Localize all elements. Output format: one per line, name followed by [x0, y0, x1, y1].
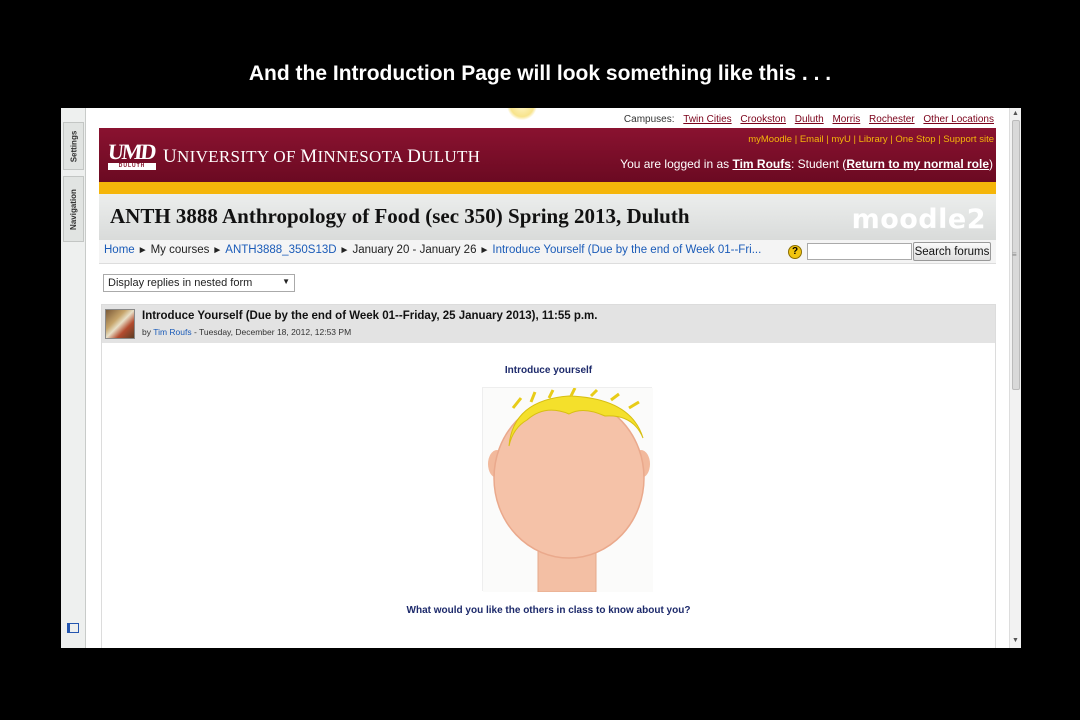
scrollbar-grip-icon: ≡	[1012, 250, 1017, 259]
post-header: Introduce Yourself (Due by the end of We…	[102, 305, 995, 343]
top-link-email[interactable]: Email	[800, 134, 824, 145]
breadcrumb-course[interactable]: ANTH3888_350S13D	[225, 244, 336, 256]
campus-bar: Campuses: Twin Cities Crookston Duluth M…	[624, 114, 994, 125]
question-text: What would you like the others in class …	[406, 605, 691, 616]
dock-tab-navigation-label: Navigation	[69, 188, 78, 230]
breadcrumb-separator-icon: ►	[137, 245, 148, 256]
post-author-link[interactable]: Tim Roufs	[153, 327, 191, 337]
post-subject: Introduce Yourself (Due by the end of We…	[142, 310, 598, 322]
breadcrumb-separator-icon: ►	[212, 245, 223, 256]
breadcrumb-separator-icon: ►	[479, 245, 490, 256]
dock-tab-settings-label: Settings	[69, 130, 78, 162]
campus-link-morris[interactable]: Morris	[832, 114, 860, 125]
scroll-up-icon[interactable]: ▲	[1012, 110, 1019, 117]
top-link-mymoodle[interactable]: myMoodle	[748, 134, 792, 145]
intro-heading: Introduce yourself	[504, 365, 593, 376]
campus-link-duluth[interactable]: Duluth	[795, 114, 824, 125]
user-name-link[interactable]: Tim Roufs	[732, 157, 790, 171]
campus-link-rochester[interactable]: Rochester	[869, 114, 915, 125]
course-title: ANTH 3888 Anthropology of Food (sec 350)…	[110, 204, 690, 228]
cursor-highlight	[507, 108, 537, 120]
top-link-myu[interactable]: myU	[831, 134, 851, 145]
campus-link-twin-cities[interactable]: Twin Cities	[683, 114, 731, 125]
breadcrumb-week[interactable]: January 20 - January 26	[352, 244, 476, 256]
umd-logo-text: UMD	[106, 139, 156, 164]
campus-link-other-locations[interactable]: Other Locations	[923, 114, 994, 125]
umd-logo-subtext: DULUTH	[118, 163, 146, 169]
post-meta: by Tim Roufs - Tuesday, December 18, 201…	[142, 327, 352, 337]
top-link-library[interactable]: Library	[859, 134, 888, 145]
side-dock: Settings Navigation	[61, 108, 86, 648]
breadcrumb-home[interactable]: Home	[104, 244, 135, 256]
dock-panel-icon[interactable]	[67, 623, 79, 633]
dock-tab-settings[interactable]: Settings	[63, 122, 84, 170]
vertical-scrollbar[interactable]: ▲ ≡ ▼	[1009, 108, 1021, 648]
login-info: You are logged in as Tim Roufs: Student …	[620, 157, 993, 171]
forum-search-input[interactable]	[807, 243, 912, 260]
forum-post: Introduce Yourself (Due by the end of We…	[101, 304, 996, 648]
breadcrumb-separator-icon: ►	[339, 245, 350, 256]
dock-tab-navigation[interactable]: Navigation	[63, 176, 84, 242]
display-mode-value: Display replies in nested form	[108, 277, 253, 289]
slide-title: And the Introduction Page will look some…	[248, 62, 832, 85]
university-name: UNIVERSITY OF MINNESOTA DULUTH	[163, 146, 481, 167]
display-mode-select[interactable]: Display replies in nested form ▼	[103, 274, 295, 292]
moodle-page: Campuses: Twin Cities Crookston Duluth M…	[99, 108, 996, 648]
avatar[interactable]	[105, 309, 135, 339]
help-icon[interactable]: ?	[788, 245, 802, 259]
return-role-link[interactable]: Return to my normal role	[846, 157, 989, 171]
course-header: ANTH 3888 Anthropology of Food (sec 350)…	[99, 194, 996, 240]
breadcrumb-current[interactable]: Introduce Yourself (Due by the end of We…	[492, 244, 761, 256]
university-banner: UMD DULUTH UNIVERSITY OF MINNESOTA DULUT…	[99, 128, 996, 182]
navbar: Home ► My courses ► ANTH3888_350S13D ► January…	[99, 240, 996, 264]
post-date: - Tuesday, December 18, 2012, 12:53 PM	[191, 327, 352, 337]
umd-logo[interactable]: UMD DULUTH	[106, 139, 158, 171]
campus-link-crookston[interactable]: Crookston	[740, 114, 786, 125]
moodle-logo: moodle2	[851, 204, 986, 235]
search-forums-button[interactable]: Search forums	[913, 242, 991, 261]
top-links: myMoodle | Email | myU | Library | One S…	[748, 134, 994, 145]
chevron-down-icon: ▼	[282, 277, 290, 286]
child-face-drawing	[482, 387, 653, 593]
campus-label: Campuses:	[623, 114, 675, 125]
breadcrumb: Home ► My courses ► ANTH3888_350S13D ► January…	[104, 244, 761, 256]
browser-screenshot: Settings Navigation ▲ ≡ ▼ Campuses: Twin…	[61, 108, 1021, 648]
top-link-one-stop[interactable]: One Stop	[895, 134, 935, 145]
breadcrumb-my-courses[interactable]: My courses	[151, 244, 210, 256]
gold-stripe	[99, 182, 996, 194]
scroll-down-icon[interactable]: ▼	[1012, 637, 1019, 644]
top-link-support-site[interactable]: Support site	[943, 134, 994, 145]
